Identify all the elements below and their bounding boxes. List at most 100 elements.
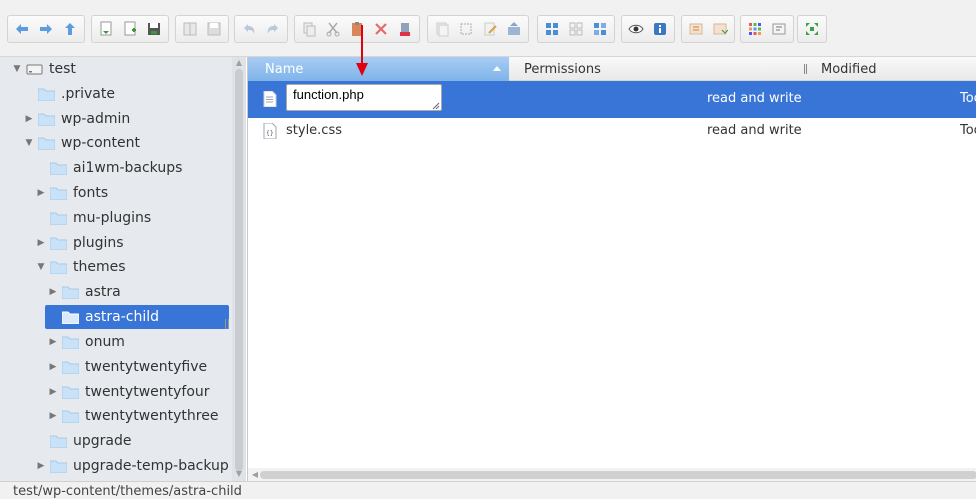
column-modified-header[interactable]: Modified	[821, 57, 876, 83]
file-row-function-php[interactable]: function.php read and write Toc	[248, 81, 976, 118]
rename-button[interactable]	[768, 18, 790, 40]
move-group	[681, 15, 735, 43]
tree-label: mu-plugins	[73, 210, 152, 226]
chevron-right-icon[interactable]: ▶	[48, 337, 58, 347]
redo-button[interactable]	[262, 18, 284, 40]
textarea-resize-icon[interactable]	[432, 102, 440, 110]
folder-icon	[50, 435, 67, 448]
view-grid-button[interactable]	[565, 18, 587, 40]
preview-button[interactable]	[625, 18, 647, 40]
trash-icon	[400, 23, 410, 36]
tree-item-astra[interactable]: ▶ astra	[48, 280, 246, 304]
scroll-up-icon[interactable]: ▲	[234, 58, 244, 68]
tree-item-onum[interactable]: ▶ onum	[48, 330, 246, 354]
tree-item-twentytwentythree[interactable]: ▶ twentytwentythree	[48, 404, 246, 428]
folder-icon	[50, 460, 67, 473]
chevron-down-icon[interactable]: ▼	[24, 138, 34, 148]
new-file-button[interactable]	[119, 18, 141, 40]
tree-label: onum	[85, 334, 125, 350]
copy-doc-button[interactable]	[179, 18, 201, 40]
h-scroll-thumb[interactable]	[260, 471, 976, 479]
rename-input[interactable]: function.php	[286, 84, 442, 111]
tree-item-fonts[interactable]: ▶ fonts	[36, 181, 246, 205]
tree-item-wp-content[interactable]: ▼ wp-content	[24, 131, 246, 155]
open-icon	[100, 21, 112, 36]
move-button[interactable]	[685, 18, 707, 40]
chevron-right-icon[interactable]: ▶	[36, 188, 46, 198]
tree-item-plugins[interactable]: ▶ plugins	[36, 231, 246, 255]
save-as-icon	[207, 22, 221, 36]
horizontal-scrollbar[interactable]: ◀	[248, 468, 976, 481]
chevron-right-icon[interactable]: ▶	[24, 114, 34, 124]
fullscreen-icon	[806, 23, 818, 35]
tree-label: upgrade-temp-backup	[73, 458, 229, 474]
up-button[interactable]	[59, 18, 81, 40]
info-button[interactable]	[649, 18, 671, 40]
duplicate-button[interactable]	[431, 18, 453, 40]
grid-group	[740, 15, 794, 43]
copy-button[interactable]	[298, 18, 320, 40]
scroll-down-icon[interactable]: ▼	[234, 469, 244, 479]
scroll-thumb[interactable]	[235, 69, 243, 471]
chevron-right-icon[interactable]: ▶	[48, 387, 58, 397]
folder-icon	[50, 162, 67, 175]
undo-button[interactable]	[238, 18, 260, 40]
file-permissions: read and write	[707, 91, 802, 106]
rename-icon	[772, 23, 786, 35]
column-name-header[interactable]: Name	[248, 57, 509, 81]
tree-item-ai1wm-backups[interactable]: ai1wm-backups	[36, 156, 246, 180]
tree-item-private[interactable]: .private	[24, 82, 246, 106]
cut-button[interactable]	[322, 18, 344, 40]
back-icon	[16, 24, 28, 34]
file-row-style-css[interactable]: {} style.css read and write Toc	[248, 118, 976, 150]
scroll-left-icon[interactable]: ◀	[250, 470, 260, 480]
column-permissions-header[interactable]: Permissions	[524, 57, 601, 83]
status-bar: test/wp-content/themes/astra-child	[0, 481, 976, 499]
tree-item-upgrade-temp-backup[interactable]: ▶ upgrade-temp-backup	[36, 454, 246, 478]
chevron-right-icon[interactable]: ▶	[36, 238, 46, 248]
svg-text:{}: {}	[266, 130, 274, 137]
forward-button[interactable]	[35, 18, 57, 40]
tree-item-twentytwentyfive[interactable]: ▶ twentytwentyfive	[48, 355, 246, 379]
edit-button[interactable]	[479, 18, 501, 40]
text-file-icon	[263, 91, 277, 107]
view-small-button[interactable]	[589, 18, 611, 40]
chevron-right-icon[interactable]: ▶	[48, 362, 58, 372]
grid-icon	[749, 23, 761, 35]
chevron-right-icon[interactable]: ▶	[48, 411, 58, 421]
open-button[interactable]	[95, 18, 117, 40]
extract-icon	[508, 22, 520, 35]
new-file-icon	[124, 21, 136, 36]
back-button[interactable]	[11, 18, 33, 40]
tree-scrollbar[interactable]: ▲ ▼	[232, 57, 246, 481]
move-down-button[interactable]	[709, 18, 731, 40]
tree-item-wp-admin[interactable]: ▶ wp-admin	[24, 107, 246, 131]
preview-icon	[628, 24, 644, 34]
annotation-arrow-icon	[356, 25, 368, 76]
save-as-button[interactable]	[203, 18, 225, 40]
tree-item-upgrade[interactable]: upgrade	[36, 429, 246, 453]
move-icon	[689, 23, 703, 35]
fullscreen-button[interactable]	[801, 18, 823, 40]
tree-item-themes[interactable]: ▼ themes	[36, 255, 246, 279]
resize-grip-icon[interactable]	[225, 319, 229, 329]
tree-item-twentytwentyfour[interactable]: ▶ twentytwentyfour	[48, 380, 246, 404]
up-icon	[65, 23, 75, 35]
file-group	[91, 15, 169, 43]
delete-button[interactable]	[370, 18, 392, 40]
chevron-down-icon[interactable]: ▼	[12, 64, 22, 74]
view-large-button[interactable]	[541, 18, 563, 40]
chevron-right-icon[interactable]: ▶	[48, 287, 58, 297]
save-button[interactable]	[143, 18, 165, 40]
tree-item-test[interactable]: ▼ test	[12, 57, 244, 81]
trash-button[interactable]	[394, 18, 416, 40]
tree-item-mu-plugins[interactable]: mu-plugins	[36, 206, 246, 230]
tree-label: themes	[73, 259, 126, 275]
select-button[interactable]	[455, 18, 477, 40]
extract-button[interactable]	[503, 18, 525, 40]
tree-item-astra-child[interactable]: astra-child	[45, 305, 246, 329]
chevron-down-icon[interactable]: ▼	[36, 262, 46, 272]
chevron-right-icon[interactable]: ▶	[36, 461, 46, 471]
grid-button[interactable]	[744, 18, 766, 40]
column-resize-icon[interactable]	[804, 64, 807, 74]
